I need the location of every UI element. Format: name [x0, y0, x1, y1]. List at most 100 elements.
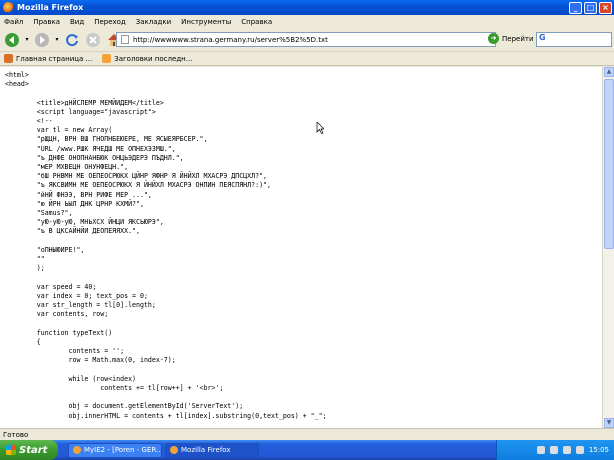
scroll-down-button[interactable]: ▼	[604, 418, 614, 428]
tray-icon[interactable]	[549, 446, 558, 454]
code-line: contents += tl[row++] + '<br>';	[5, 383, 224, 392]
taskbar: Start MyIE2 - [Poren - GER... Mozilla Fi…	[0, 440, 614, 460]
navigation-toolbar: ▾ ▾ http://wwwwww.strana.germany.ru/serv…	[0, 28, 614, 52]
reload-button[interactable]	[63, 31, 81, 49]
code-line: var str_length = tl[0].length;	[5, 301, 156, 310]
minimize-button[interactable]: _	[569, 1, 582, 14]
menu-file[interactable]: Файл	[4, 18, 23, 26]
code-line: "ъ ЯКСВИМН МЕ ОЕПЕОСРЮКХ Я ЙНЙХЛ МХАСРЭ …	[5, 181, 271, 190]
address-bar[interactable]: http://wwwwww.strana.germany.ru/server%5…	[116, 32, 496, 47]
status-text: Готово	[3, 430, 29, 439]
menu-go[interactable]: Переход	[94, 18, 126, 26]
code-line: var tl = new Array(	[5, 126, 113, 135]
page-icon	[121, 35, 129, 44]
code-line: var index = 0; text_pos = 0;	[5, 291, 148, 300]
code-line: var contents, row;	[5, 310, 109, 319]
source-text: <html> <head> <title>дНЙСЛЕМР МЕМЙИДЕМ</t…	[0, 67, 602, 421]
tray-icon[interactable]	[562, 446, 571, 454]
back-dropdown-button[interactable]: ▾	[24, 31, 30, 49]
code-line: <!--	[5, 117, 53, 126]
firefox-task-icon	[170, 446, 178, 454]
menu-tools[interactable]: Инструменты	[181, 18, 231, 26]
code-line: <script language="javascript">	[5, 107, 156, 116]
menu-bar: Файл Правка Вид Переход Закладки Инструм…	[0, 15, 614, 28]
tray-icon[interactable]	[536, 446, 545, 454]
tray-icon[interactable]	[575, 446, 584, 454]
clock: 15:05	[588, 446, 609, 454]
code-line: );	[5, 264, 45, 273]
search-box[interactable]: G	[536, 32, 612, 47]
bookmark-label: Заголовки последн...	[114, 54, 193, 63]
code-line: "мЕР МХВЕЦН ОНУНФЕЦН.",	[5, 163, 129, 172]
menu-bookmarks[interactable]: Закладки	[136, 18, 171, 26]
scroll-up-button[interactable]: ▲	[604, 67, 614, 77]
myie-icon	[73, 446, 81, 454]
code-line: obj.innerHTML = contents + tl[index].sub…	[5, 411, 327, 420]
title-bar: Mozilla Firefox _ □ ×	[0, 0, 614, 15]
windows-logo-icon	[6, 445, 16, 455]
menu-view[interactable]: Вид	[70, 18, 84, 26]
go-label: Перейти	[502, 34, 534, 43]
code-line: <head>	[5, 80, 29, 89]
reload-icon	[66, 33, 78, 46]
firefox-icon	[3, 2, 14, 13]
page-content: <html> <head> <title>дНЙСЛЕМР МЕМЙИДЕМ</t…	[0, 67, 602, 428]
scrollbar-thumb[interactable]	[604, 79, 614, 249]
forward-button[interactable]	[33, 31, 51, 49]
maximize-button[interactable]: □	[584, 1, 597, 14]
forward-dropdown-button[interactable]: ▾	[54, 31, 60, 49]
taskbar-item-firefox[interactable]: Mozilla Firefox	[165, 442, 259, 458]
system-tray: 15:05	[496, 440, 614, 460]
task-label: Mozilla Firefox	[181, 446, 231, 454]
bookmark-item-home[interactable]: Главная страница ...	[4, 54, 92, 63]
code-line: function typeText()	[5, 328, 113, 337]
code-line: row = Math.max(0, index-7);	[5, 356, 176, 365]
start-button[interactable]: Start	[0, 440, 58, 460]
taskbar-item-myie[interactable]: MyIE2 - [Poren - GER...	[68, 442, 162, 458]
vertical-scrollbar[interactable]: ▲ ▼	[602, 67, 614, 428]
code-line: <title>дНЙСЛЕМР МЕМЙИДЕМ</title>	[5, 98, 164, 107]
rss-icon	[102, 54, 112, 63]
code-line: ""	[5, 255, 45, 264]
stop-icon	[86, 32, 100, 47]
code-line: "рЩЦН, ВРН ВШ ГНОПНБЕЮЕРЕ, МЕ ЯСЫЕЯРБСЕР…	[5, 135, 208, 144]
code-line: obj = document.getElementById('ServerTex…	[5, 402, 244, 411]
close-button[interactable]: ×	[599, 1, 612, 14]
code-line: "Samus?",	[5, 209, 73, 218]
code-line: "йНЙ ФНЭЭ, ВРН РИФЕ МЕР ...",	[5, 190, 152, 199]
go-button[interactable]: ➜ Перейти	[488, 33, 534, 44]
bookmark-item-headlines[interactable]: Заголовки последн...	[102, 54, 192, 63]
bookmarks-toolbar: Главная страница ... Заголовки последн..…	[0, 52, 614, 66]
forward-arrow-icon	[35, 32, 49, 47]
stop-button[interactable]	[84, 31, 102, 49]
code-line: var speed = 40;	[5, 282, 97, 291]
status-bar: Готово	[0, 428, 614, 440]
code-line: {	[5, 337, 41, 346]
go-arrow-icon: ➜	[488, 33, 499, 44]
code-line: contents = '';	[5, 347, 125, 356]
code-line: "ю ЙРН ЬЫЛ ДНК ЦРНР КХМЙ?",	[5, 199, 144, 208]
url-text[interactable]: http://wwwwww.strana.germany.ru/server%5…	[133, 36, 485, 44]
back-button[interactable]	[3, 31, 21, 49]
code-line: "ъ В ЦКСАЙНЙИ ДЕОПЕЯЯХХ.",	[5, 227, 140, 236]
task-label: MyIE2 - [Poren - GER...	[84, 446, 162, 454]
menu-edit[interactable]: Правка	[33, 18, 60, 26]
code-line: "оПНЫЮИРЕ!",	[5, 245, 85, 254]
bookmark-label: Главная страница ...	[16, 54, 93, 63]
window-title: Mozilla Firefox	[17, 3, 84, 12]
code-line: "URL /www.РШК ЯЧЕДШ МЕ ОПНЕХЭЗМШ.",	[5, 144, 176, 153]
text-cursor-icon	[316, 122, 324, 134]
code-line: "ъ ДНФЕ ОНОПНАНБЮК ОНЦЬЭДЕРЭ ПЪДНЛ.",	[5, 153, 184, 162]
start-label: Start	[19, 444, 48, 456]
code-line: while (row<index)	[5, 374, 137, 383]
menu-help[interactable]: Справка	[241, 18, 272, 26]
back-arrow-icon	[5, 32, 19, 47]
code-line: <html>	[5, 71, 29, 79]
firefox-bookmark-icon	[4, 54, 13, 63]
